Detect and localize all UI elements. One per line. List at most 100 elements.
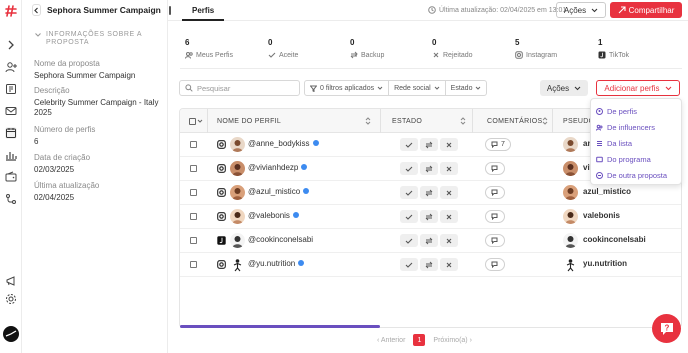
accept-button[interactable]	[400, 258, 418, 271]
reject-button[interactable]	[440, 258, 458, 271]
sort-icon[interactable]	[542, 109, 548, 133]
logo-icon[interactable]	[5, 5, 17, 17]
reject-button[interactable]	[440, 138, 458, 151]
backup-button[interactable]	[420, 258, 438, 271]
row-checkbox[interactable]	[190, 213, 197, 220]
workflow-icon[interactable]	[5, 193, 17, 205]
profile-handle[interactable]: @azul_mistico	[248, 187, 310, 196]
table-row[interactable]: @valebonis valebonis	[180, 205, 681, 229]
profile-handle[interactable]: @valebonis	[248, 211, 299, 220]
menu-item-from-influencers[interactable]: De influencers	[591, 119, 681, 135]
next-page-button[interactable]: Próximo(a) ›	[433, 337, 472, 344]
comments-button[interactable]	[485, 162, 505, 175]
stat-label: Backup	[361, 51, 385, 59]
backup-button[interactable]	[420, 210, 438, 223]
row-checkbox[interactable]	[190, 261, 197, 268]
horizontal-scrollbar[interactable]	[180, 325, 380, 328]
applied-filters-dropdown[interactable]: 0 filtros aplicados	[305, 81, 390, 95]
current-page[interactable]: 1	[413, 334, 426, 346]
accept-button[interactable]	[400, 234, 418, 247]
settings-icon[interactable]	[5, 293, 17, 305]
reject-button[interactable]	[440, 162, 458, 175]
instagram-icon	[217, 212, 226, 221]
search-input[interactable]	[197, 83, 297, 93]
applied-filters-label: 0 filtros aplicados	[320, 84, 375, 92]
table-row[interactable]: @cookinconelsabi cookinconelsabi	[180, 229, 681, 253]
reject-button[interactable]	[440, 234, 458, 247]
stat-label: TikTok	[609, 51, 629, 59]
stat-number: 5	[515, 38, 520, 47]
menu-item-from-list[interactable]: Da lista	[591, 135, 681, 151]
accept-button[interactable]	[400, 162, 418, 175]
profile-icon	[596, 107, 603, 115]
close-icon	[446, 262, 452, 267]
wallet-icon[interactable]	[5, 171, 17, 183]
table-row[interactable]: @yu.nutrition yu.nutrition	[180, 253, 681, 277]
users-icon	[185, 52, 193, 59]
col-state[interactable]: ESTADO	[392, 109, 422, 133]
reject-button[interactable]	[440, 210, 458, 223]
profile-handle[interactable]: @anne_bodykiss	[248, 139, 319, 148]
influencers-icon	[596, 124, 603, 131]
prev-page-button[interactable]: ‹ Anterior	[377, 337, 405, 344]
accept-button[interactable]	[400, 138, 418, 151]
social-network-dropdown[interactable]: Rede social	[389, 81, 446, 95]
field-label: Número de perfis	[34, 125, 96, 134]
add-user-icon[interactable]	[5, 61, 17, 73]
profile-handle[interactable]: @vivianhdezp	[248, 163, 308, 172]
row-checkbox[interactable]	[190, 165, 197, 172]
profile-handle[interactable]: @cookinconelsabi	[248, 235, 313, 244]
menu-item-from-other-proposal[interactable]: De outra proposta	[591, 167, 681, 183]
backup-button[interactable]	[420, 234, 438, 247]
swap-icon	[425, 189, 433, 196]
backup-button[interactable]	[420, 138, 438, 151]
menu-item-from-profiles[interactable]: De perfis	[591, 103, 681, 119]
check-icon	[405, 142, 413, 148]
comments-button[interactable]: 7	[485, 138, 511, 151]
chart-icon[interactable]	[5, 149, 17, 161]
megaphone-icon[interactable]	[5, 275, 17, 287]
search-box[interactable]	[179, 80, 300, 96]
reject-button[interactable]	[440, 186, 458, 199]
profile-handle[interactable]: @yu.nutrition	[248, 259, 305, 268]
tab-perfis[interactable]: Perfis	[182, 0, 225, 21]
instagram-icon	[515, 51, 523, 59]
avatar-icon[interactable]	[3, 326, 19, 342]
row-checkbox[interactable]	[190, 141, 197, 148]
pseudonym: azul_mistico	[583, 187, 632, 196]
sort-icon[interactable]	[460, 109, 466, 133]
instagram-icon	[217, 140, 226, 149]
select-all-checkbox[interactable]	[189, 109, 203, 133]
backup-button[interactable]	[420, 186, 438, 199]
add-profiles-button[interactable]: Adicionar perfis	[596, 80, 680, 96]
table-actions-button[interactable]: Ações	[540, 80, 588, 96]
calendar-icon[interactable]	[5, 127, 17, 139]
state-dropdown[interactable]: Estado	[446, 81, 487, 95]
row-checkbox[interactable]	[190, 237, 197, 244]
field-description: Descrição Celebrity Summer Campaign - It…	[34, 86, 160, 118]
comments-button[interactable]	[485, 186, 505, 199]
col-profile-name[interactable]: NOME DO PERFIL	[217, 109, 281, 133]
menu-item-from-program[interactable]: Do programa	[591, 151, 681, 167]
verified-icon	[312, 140, 319, 146]
mail-icon[interactable]	[5, 105, 17, 117]
accept-button[interactable]	[400, 186, 418, 199]
avatar	[563, 233, 578, 248]
comments-button[interactable]	[485, 234, 505, 247]
actions-button[interactable]: Ações	[556, 2, 606, 18]
field-label: Data de criação	[34, 153, 91, 162]
expand-icon[interactable]	[5, 39, 17, 51]
field-profile-count: Número de perfis 6	[34, 125, 160, 147]
back-button[interactable]	[32, 4, 41, 16]
row-checkbox[interactable]	[190, 189, 197, 196]
help-chat-button[interactable]: ?	[652, 314, 681, 343]
share-button[interactable]: Compartilhar	[610, 2, 682, 18]
comments-button[interactable]	[485, 210, 505, 223]
sort-icon[interactable]	[365, 109, 371, 133]
col-comments[interactable]: COMENTÁRIOS	[487, 109, 542, 133]
comments-button[interactable]	[485, 258, 505, 271]
accept-button[interactable]	[400, 210, 418, 223]
backup-button[interactable]	[420, 162, 438, 175]
info-section-header[interactable]: INFORMAÇÕES SOBRE A PROPOSTA	[34, 31, 146, 47]
id-card-icon[interactable]	[5, 83, 17, 95]
